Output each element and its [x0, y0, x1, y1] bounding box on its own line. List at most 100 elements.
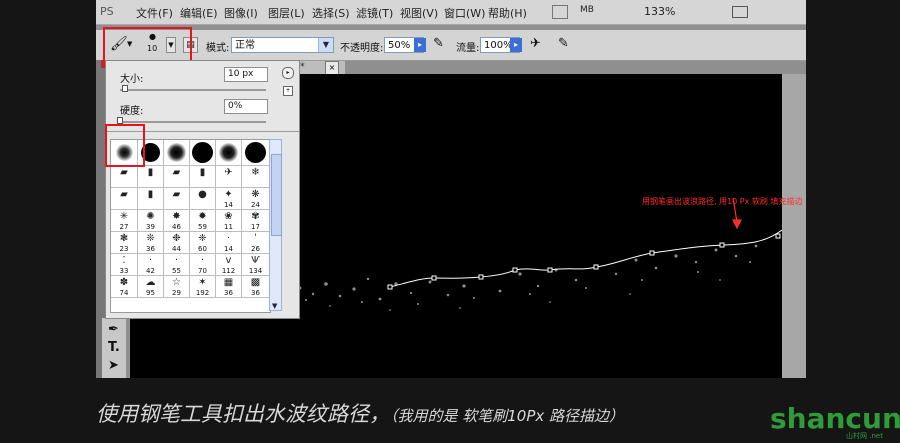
brush-preset[interactable]: · 14 — [216, 232, 242, 254]
pressure-size-icon[interactable]: ✎ — [558, 36, 569, 51]
airbrush-icon[interactable]: ✈ — [530, 36, 541, 51]
brush-preset[interactable]: ⁚ 33 — [111, 254, 138, 276]
type-tool-icon[interactable]: T. — [108, 340, 120, 355]
size-value-input[interactable]: 10 px — [224, 67, 268, 82]
menu-layer[interactable]: 图层(L) — [268, 5, 305, 21]
brush-preset[interactable]: ▰ — [164, 188, 190, 210]
brush-preset[interactable]: ❋ 24 — [242, 188, 270, 210]
brush-preset[interactable]: ▰ — [164, 166, 190, 188]
new-preset-icon[interactable]: + — [283, 86, 293, 96]
brush-size-number: 17 — [251, 223, 260, 231]
brush-preset[interactable]: ▦ 36 — [216, 276, 242, 298]
brush-preset[interactable]: ▮ — [190, 166, 216, 188]
wave-path[interactable] — [389, 229, 783, 288]
brush-preset[interactable]: ❉ 44 — [164, 232, 190, 254]
path-anchor-points[interactable] — [387, 233, 781, 290]
right-scrollbar[interactable] — [782, 74, 806, 378]
hardness-slider-track[interactable] — [120, 121, 266, 123]
brush-preset[interactable]: ☁ 95 — [138, 276, 164, 298]
brush-tip-icon: ▮ — [199, 167, 206, 178]
brush-preset[interactable]: ❈ 60 — [190, 232, 216, 254]
brush-tip-icon: ▦ — [223, 277, 234, 288]
brush-preset[interactable]: ▰ — [111, 166, 138, 188]
soft-round-brush-icon — [219, 143, 238, 162]
brush-preset[interactable]: · 70 — [190, 254, 216, 276]
selected-brush-highlight — [105, 124, 145, 167]
brush-preset[interactable]: ☆ 29 — [164, 276, 190, 298]
water-splash-texture — [298, 244, 758, 311]
brush-preset-soft-round-3[interactable] — [216, 140, 242, 166]
flow-value: 100% — [484, 40, 513, 51]
hardness-value-input[interactable]: 0% — [224, 99, 268, 114]
path-selection-tool-icon[interactable]: ➤ — [108, 358, 119, 373]
menu-image[interactable]: 图像(I) — [224, 5, 258, 21]
brush-preset[interactable]: · 55 — [164, 254, 190, 276]
brush-preset[interactable]: · 42 — [138, 254, 164, 276]
brush-size-number: 23 — [119, 245, 129, 253]
document-close-icon[interactable]: × — [325, 61, 339, 75]
brush-preset[interactable]: ✳ 27 — [111, 210, 138, 232]
star-brush-icon: ☆ — [172, 277, 181, 288]
menu-edit[interactable]: 编辑(E) — [180, 5, 218, 21]
mode-dropdown-icon[interactable]: ▼ — [318, 38, 333, 52]
hardness-slider-thumb[interactable] — [117, 117, 123, 124]
brush-grid-scroll-thumb[interactable] — [271, 154, 282, 236]
pen-tool-icon[interactable]: ✒ — [108, 322, 119, 337]
brush-size-number: 14 — [224, 201, 233, 209]
menu-window[interactable]: 窗口(W) — [444, 5, 485, 21]
brush-preset[interactable]: ˈ 26 — [242, 232, 270, 254]
size-slider-thumb[interactable] — [122, 85, 128, 92]
zoom-level[interactable]: 133% — [644, 5, 675, 18]
menu-file[interactable]: 文件(F) — [136, 5, 173, 21]
brush-preset[interactable]: ✺ 39 — [138, 210, 164, 232]
brush-size-number: 42 — [146, 267, 155, 275]
brush-size-number: 36 — [224, 289, 233, 297]
brush-grid-scrollbar[interactable]: ▼ — [269, 139, 282, 311]
brush-preset[interactable]: ✽ 74 — [111, 276, 138, 298]
brush-size-number: 70 — [198, 267, 207, 275]
brush-preset[interactable]: ✸ 46 — [164, 210, 190, 232]
brush-preset-soft-round-2[interactable] — [164, 140, 190, 166]
brush-preset[interactable]: ✦ 14 — [216, 188, 242, 210]
screen-mode-icon[interactable] — [732, 6, 748, 18]
menu-view[interactable]: 视图(V) — [400, 5, 438, 21]
brush-tip-icon: ✦ — [224, 189, 233, 200]
brush-preset[interactable]: ❄ — [242, 166, 270, 188]
bridge-icon[interactable] — [552, 5, 568, 19]
brush-preset-hard-round-2[interactable] — [190, 140, 216, 166]
brush-preset[interactable]: Ѱ 134 — [242, 254, 270, 276]
brush-preset[interactable]: ✾ 17 — [242, 210, 270, 232]
mode-label: 模式: — [206, 43, 230, 54]
menu-help[interactable]: 帮助(H) — [488, 5, 527, 21]
ps-logo: PS — [100, 5, 114, 18]
brush-size-number: 60 — [198, 245, 207, 253]
brush-preset-hard-round-3[interactable] — [242, 140, 270, 166]
brush-preset[interactable]: ✈ — [216, 166, 242, 188]
mode-value: 正常 — [235, 40, 255, 51]
mode-select[interactable]: 正常 ▼ — [231, 37, 334, 53]
brush-preset[interactable]: ❀ 11 — [216, 210, 242, 232]
brush-tip-icon: ❄ — [251, 167, 260, 178]
brush-preset[interactable]: ● — [190, 188, 216, 210]
minibridge-icon[interactable]: MB — [580, 5, 594, 15]
brush-size-number: 95 — [146, 289, 155, 297]
brush-preset[interactable]: ❃ 23 — [111, 232, 138, 254]
panel-menu-icon[interactable]: ▸ — [282, 67, 294, 79]
scroll-down-icon[interactable]: ▼ — [272, 302, 277, 310]
brush-preset[interactable]: ▩ 36 — [242, 276, 270, 298]
annotation-text: 用钢笔画出波浪路径, 用10 Px 软刷 填充描边 — [642, 197, 803, 206]
brush-preset[interactable]: ⅴ 112 — [216, 254, 242, 276]
pressure-opacity-icon[interactable]: ✎ — [433, 36, 444, 51]
brush-preset[interactable]: ✹ 59 — [190, 210, 216, 232]
brush-preset[interactable]: ❊ 36 — [138, 232, 164, 254]
size-slider-track[interactable] — [120, 89, 266, 91]
brush-preset-picker: 大小: 10 px ▸ + 硬度: 0% ▰ ▮ ▰ ▮ ✈ ❄ ▰ ▮ ▰ ●… — [105, 60, 300, 319]
brush-preset[interactable]: ✶ 192 — [190, 276, 216, 298]
opacity-slider-icon[interactable]: ▸ — [414, 38, 426, 52]
brush-preset[interactable]: ▮ — [138, 166, 164, 188]
menu-filter[interactable]: 滤镜(T) — [356, 5, 393, 21]
menu-select[interactable]: 选择(S) — [312, 5, 350, 21]
brush-preset[interactable]: ▰ — [111, 188, 138, 210]
brush-preset[interactable]: ▮ — [138, 188, 164, 210]
flow-slider-icon[interactable]: ▸ — [510, 38, 522, 52]
